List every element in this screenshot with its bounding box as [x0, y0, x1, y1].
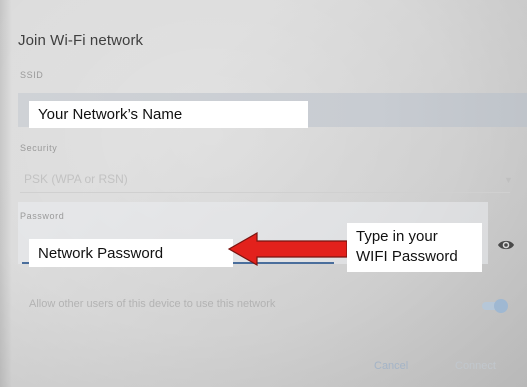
- password-callout: Network Password: [29, 239, 233, 267]
- password-callout-text: Network Password: [38, 244, 164, 262]
- photo-vignette: [0, 0, 527, 387]
- instruction-line-1: Type in your: [356, 228, 438, 245]
- ssid-label: SSID: [20, 70, 44, 80]
- dialog-title: Join Wi-Fi network: [18, 32, 144, 49]
- eye-icon[interactable]: [497, 238, 515, 252]
- screen: Join Wi-Fi network SSID Your Network’s N…: [0, 0, 527, 387]
- toggle-knob: [494, 299, 508, 313]
- security-underline: [20, 192, 510, 193]
- edge-shadow: [0, 0, 12, 387]
- security-label: Security: [20, 143, 58, 153]
- ssid-callout: Your Network’s Name: [29, 101, 308, 128]
- allow-other-users-label: Allow other users of this device to use …: [29, 298, 276, 310]
- password-label: Password: [20, 211, 65, 221]
- instruction-line-2: WIFI Password: [356, 248, 458, 265]
- instruction-callout: Type in your WIFI Password: [347, 223, 482, 272]
- cancel-button[interactable]: Cancel: [374, 360, 408, 372]
- ssid-callout-text: Your Network’s Name: [38, 106, 183, 123]
- allow-other-users-toggle[interactable]: [482, 299, 508, 313]
- dropdown-arrow-icon[interactable]: ▼: [504, 175, 513, 185]
- connect-button[interactable]: Connect: [455, 360, 496, 372]
- red-arrow-icon: [227, 231, 348, 267]
- security-select[interactable]: PSK (WPA or RSN): [24, 172, 128, 186]
